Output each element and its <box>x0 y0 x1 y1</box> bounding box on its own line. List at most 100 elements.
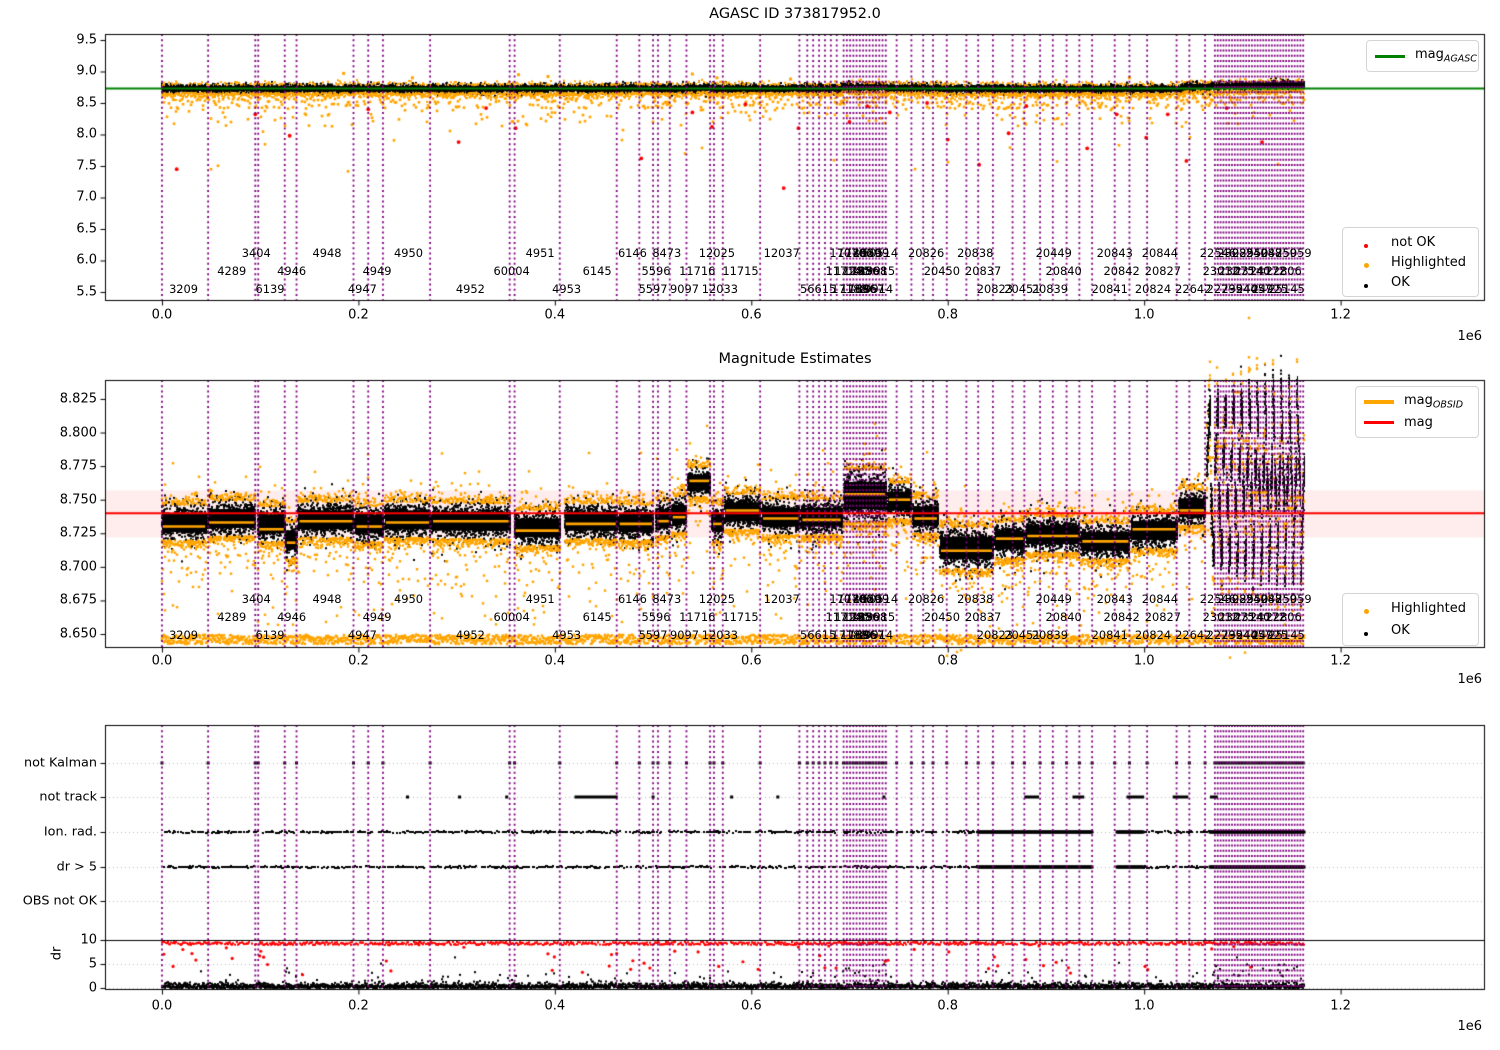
obsid-label: 4949 <box>363 264 392 278</box>
y-tick-label: 8.5 <box>76 95 97 110</box>
obsid-label: 19915 <box>859 610 895 624</box>
legend-point-types-mid: Highlighted OK <box>1342 593 1479 646</box>
obsid-label: 25059 <box>1275 592 1311 606</box>
obsid-label: 4953 <box>552 628 581 642</box>
legend-label: Highlighted <box>1391 601 1466 616</box>
x-tick-label: 0.8 <box>937 654 958 669</box>
obsid-label: 4950 <box>394 592 423 606</box>
flag-label-ion-rad-: Ion. rad. <box>44 825 97 840</box>
obsid-label: 4946 <box>277 610 306 624</box>
x-tick-label: 0.6 <box>741 999 762 1014</box>
obsid-label: 19915 <box>859 264 895 278</box>
y-tick-label: 8.725 <box>60 526 97 541</box>
flag-label-not-kalman: not Kalman <box>24 756 97 771</box>
y-tick-label: 6.5 <box>76 221 97 236</box>
obsid-label: 4949 <box>363 610 392 624</box>
legend-label: not OK <box>1391 235 1435 250</box>
obsid-label: 4952 <box>456 282 485 296</box>
obsid-label: 4948 <box>312 592 341 606</box>
legend-entry-ok: OK <box>1351 620 1470 642</box>
obsid-label: 22806 <box>1266 264 1302 278</box>
dr-tick-label: 0 <box>89 981 97 996</box>
x-tick-label: 0.6 <box>741 654 762 669</box>
x-tick-label: 1.0 <box>1134 308 1155 323</box>
x-tick-label: 0.2 <box>348 654 369 669</box>
axes1-offset-text: 1e6 <box>1457 329 1482 344</box>
y-tick-label: 8.750 <box>60 492 97 507</box>
obsid-label: 12025 <box>699 246 735 260</box>
obsid-label: 5597 <box>639 282 668 296</box>
x-tick-label: 1.0 <box>1134 999 1155 1014</box>
obsid-label: 4289 <box>217 610 246 624</box>
obsid-label: 20840 <box>1046 264 1082 278</box>
legend-line-swatch <box>1364 421 1394 424</box>
x-tick-label: 0.0 <box>152 308 173 323</box>
y-tick-label: 8.800 <box>60 425 97 440</box>
x-tick-label: 0.2 <box>348 308 369 323</box>
obsid-label: 20827 <box>1145 610 1181 624</box>
obsid-label: 6146 <box>618 246 647 260</box>
obsid-label: 3404 <box>242 246 271 260</box>
dr-tick-label: 10 <box>80 933 97 948</box>
legend-entry-mag-obsid: magOBSID <box>1364 391 1470 412</box>
x-tick-label: 0.6 <box>741 308 762 323</box>
obsid-label: 6145 <box>583 610 612 624</box>
obsid-label: 20824 <box>1135 628 1171 642</box>
obsid-label: 3209 <box>169 628 198 642</box>
obsid-label: 8473 <box>652 592 681 606</box>
obsid-label: 6145 <box>583 264 612 278</box>
legend-line-swatch <box>1364 400 1394 404</box>
obsid-label: 6139 <box>256 282 285 296</box>
x-tick-label: 1.0 <box>1134 654 1155 669</box>
y-tick-label: 9.0 <box>76 64 97 79</box>
obsid-label: 20824 <box>1135 282 1171 296</box>
obsid-label: 25145 <box>1268 282 1304 296</box>
legend-entry-ok: OK <box>1351 272 1470 292</box>
obsid-label: 20837 <box>965 610 1001 624</box>
figure-canvas <box>0 0 1500 1050</box>
obsid-label: 11716 <box>679 610 715 624</box>
legend-dot-swatch <box>1351 253 1381 272</box>
x-tick-label: 0.4 <box>545 308 566 323</box>
obsid-label: 3209 <box>169 282 198 296</box>
legend-dot-swatch <box>1351 621 1381 640</box>
x-tick-label: 0.8 <box>937 999 958 1014</box>
obsid-label: 20843 <box>1097 592 1133 606</box>
obsid-label: 60004 <box>494 610 530 624</box>
obsid-label: 19914 <box>857 282 893 296</box>
obsid-label: 4946 <box>277 264 306 278</box>
obsid-label: 20449 <box>1036 246 1072 260</box>
obsid-label: 4951 <box>526 592 555 606</box>
flag-label-dr-5: dr > 5 <box>57 860 97 875</box>
obsid-label: 5596 <box>642 264 671 278</box>
legend-entry-mag: mag <box>1364 412 1470 433</box>
obsid-label: 20841 <box>1092 628 1128 642</box>
obsid-label: 22806 <box>1266 610 1302 624</box>
x-tick-label: 0.4 <box>545 654 566 669</box>
obsid-label: 20842 <box>1103 610 1139 624</box>
x-tick-label: 0.4 <box>545 999 566 1014</box>
obsid-label: 20839 <box>1032 282 1068 296</box>
obsid-label: 50514 <box>862 246 898 260</box>
legend-dot-swatch <box>1351 273 1381 292</box>
x-tick-label: 1.2 <box>1330 999 1351 1014</box>
obsid-label: 20449 <box>1036 592 1072 606</box>
obsid-label: 6146 <box>618 592 647 606</box>
obsid-label: 20450 <box>924 264 960 278</box>
y-tick-label: 6.0 <box>76 253 97 268</box>
legend-label: OK <box>1391 623 1410 638</box>
obsid-label: 11715 <box>722 610 758 624</box>
obsid-label: 4947 <box>348 282 377 296</box>
legend-label: mag <box>1404 415 1433 430</box>
obsid-label: 12025 <box>699 592 735 606</box>
x-tick-label: 1.2 <box>1330 654 1351 669</box>
y-tick-label: 7.5 <box>76 158 97 173</box>
y-tick-label: 8.775 <box>60 459 97 474</box>
legend-point-types-top: not OKHighlightedOK <box>1342 227 1479 297</box>
obsid-label: 20826 <box>908 246 944 260</box>
obsid-label: 4952 <box>456 628 485 642</box>
legend-label: magOBSID <box>1404 393 1463 411</box>
axes2-title: Magnitude Estimates <box>105 351 1485 367</box>
obsid-label: 19914 <box>857 628 893 642</box>
obsid-label: 20841 <box>1092 282 1128 296</box>
